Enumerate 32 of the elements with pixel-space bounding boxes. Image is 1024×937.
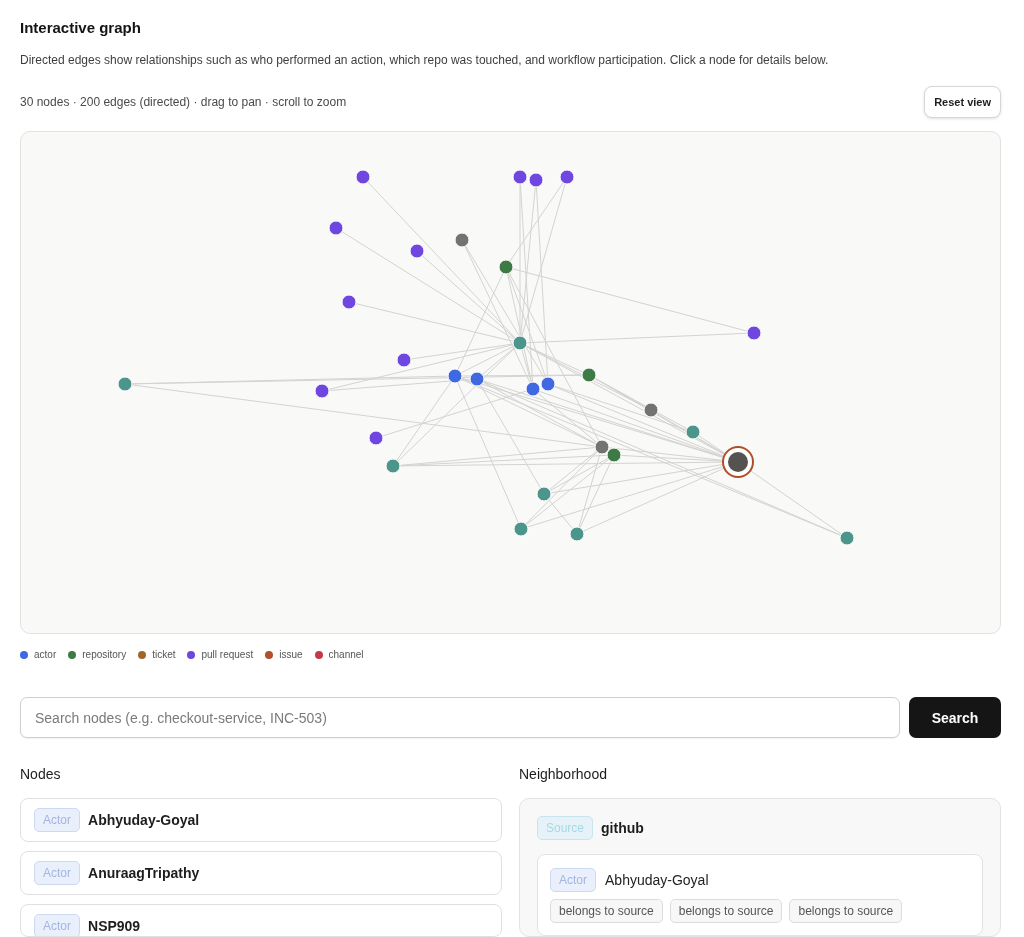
search-field[interactable]: Search nodes (e.g. checkout-service, INC-503) [20, 697, 900, 738]
graph-node[interactable] [722, 446, 754, 478]
neighbor-card[interactable]: Actor Abhyuday-Goyal belongs to source belongs to source belongs to source [537, 854, 983, 936]
type-badge: Actor [34, 914, 80, 936]
node-list-item[interactable]: Actor AnuraagTripathy [20, 851, 502, 895]
type-badge: Actor [34, 861, 80, 885]
node-name: Abhyuday-Goyal [88, 811, 200, 830]
legend-label: channel [328, 649, 364, 661]
legend-label: ticket [152, 649, 176, 661]
node-list-item[interactable]: Actor Abhyuday-Goyal [20, 798, 502, 842]
type-badge: Source [537, 816, 594, 840]
type-badge: Actor [34, 808, 80, 832]
page-title: Interactive graph [20, 18, 142, 38]
relation-tag: belongs to source [669, 899, 783, 923]
description-text: Directed edges show relationships such as who performed an action, which repo was touched, and workflow participation. Click a node for details below. [20, 52, 830, 68]
nodes-heading: Nodes [20, 765, 62, 783]
graph-stats-text: 30 nodes · 200 edges (directed) · drag to pan · scroll to zoom [20, 95, 347, 109]
search-button[interactable]: Search [909, 697, 1001, 738]
node-name: NSP909 [88, 917, 141, 936]
reset-view-button[interactable]: Reset view [924, 86, 1001, 118]
neighborhood-heading: Neighborhood [519, 765, 608, 783]
node-list-item[interactable]: Actor NSP909 [20, 904, 502, 937]
relation-tag: belongs to source [789, 899, 903, 923]
legend-label: repository [82, 649, 127, 661]
relation-tag: belongs to source [550, 899, 663, 923]
type-badge: Actor [550, 868, 596, 892]
legend-label: issue [279, 649, 303, 661]
node-name: AnuraagTripathy [88, 864, 200, 883]
legend-label: actor [34, 649, 57, 661]
neighbor-name: Abhyuday-Goyal [605, 872, 709, 888]
legend-label: pull request [201, 649, 254, 661]
source-name: github [601, 819, 644, 838]
